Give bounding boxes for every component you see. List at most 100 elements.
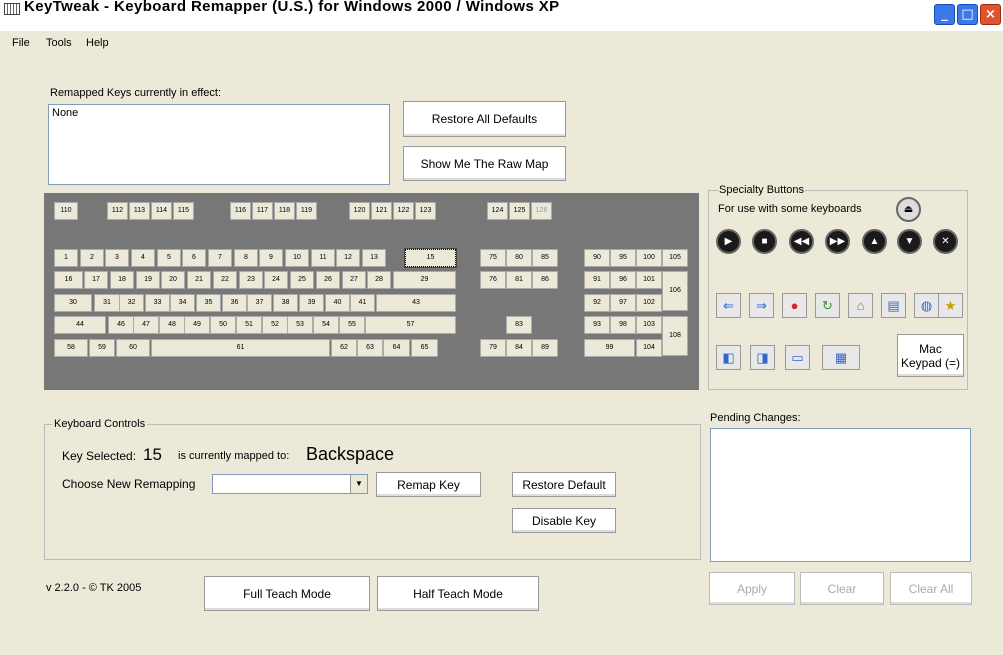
keyboard-key[interactable]: 61 [151, 339, 330, 357]
remapping-select[interactable]: ▼ [212, 474, 368, 494]
keyboard-key[interactable]: 6 [182, 249, 206, 267]
half-teach-mode-button[interactable]: Half Teach Mode [377, 576, 539, 611]
keyboard-key[interactable]: 86 [532, 271, 558, 289]
remapped-keys-list[interactable]: None [48, 104, 390, 185]
keyboard-key[interactable]: 108 [662, 316, 688, 356]
keyboard-key[interactable]: 26 [316, 271, 340, 289]
keyboard-key[interactable]: 44 [54, 316, 106, 334]
keyboard-key[interactable]: 118 [274, 202, 295, 220]
show-raw-map-button[interactable]: Show Me The Raw Map [403, 146, 566, 181]
my-computer-icon[interactable]: ▭ [785, 345, 810, 370]
keyboard-key[interactable]: 50 [210, 316, 236, 334]
keyboard-key[interactable]: 43 [376, 294, 456, 312]
internet-globe-icon[interactable]: ◍ [914, 293, 939, 318]
keyboard-key[interactable]: 21 [187, 271, 211, 289]
keyboard-key[interactable]: 121 [371, 202, 392, 220]
keyboard-key[interactable]: 32 [119, 294, 144, 312]
keyboard-key[interactable]: 15 [404, 248, 457, 268]
keyboard-key[interactable]: 119 [296, 202, 317, 220]
keyboard-key[interactable]: 76 [480, 271, 506, 289]
app1-icon[interactable]: ◧ [716, 345, 741, 370]
keyboard-key[interactable]: 101 [636, 271, 662, 289]
keyboard-key[interactable]: 75 [480, 249, 506, 267]
keyboard-key[interactable]: 51 [236, 316, 262, 334]
keyboard-key[interactable]: 117 [252, 202, 273, 220]
keyboard-key[interactable]: 24 [264, 271, 288, 289]
keyboard-key[interactable]: 57 [365, 316, 456, 334]
keyboard-key[interactable]: 116 [230, 202, 251, 220]
disable-key-button[interactable]: Disable Key [512, 508, 616, 533]
keyboard-key[interactable]: 92 [584, 294, 610, 312]
clear-button[interactable]: Clear [800, 572, 884, 605]
keyboard-key[interactable]: 62 [331, 339, 357, 357]
restore-all-defaults-button[interactable]: Restore All Defaults [403, 101, 566, 137]
keyboard-key[interactable]: 97 [610, 294, 636, 312]
keyboard-key[interactable]: 38 [273, 294, 298, 312]
keyboard-key[interactable]: 16 [54, 271, 83, 289]
keyboard-key[interactable]: 65 [411, 339, 438, 357]
rewind-icon[interactable]: ◀◀ [789, 229, 814, 254]
keyboard-key[interactable]: 83 [506, 316, 532, 334]
keyboard-key[interactable]: 104 [636, 339, 662, 357]
home-icon[interactable]: ⌂ [848, 293, 873, 318]
keyboard-key[interactable]: 48 [159, 316, 185, 334]
keyboard-key[interactable]: 40 [325, 294, 350, 312]
keyboard-key[interactable]: 39 [299, 294, 324, 312]
menu-file[interactable]: File [12, 37, 30, 49]
keyboard-key[interactable]: 105 [662, 249, 688, 267]
keyboard-key[interactable]: 106 [662, 271, 688, 311]
play-icon[interactable]: ▶ [716, 229, 741, 254]
volume-down-icon[interactable]: ▼ [897, 229, 922, 254]
clear-all-button[interactable]: Clear All [890, 572, 972, 605]
keyboard-key[interactable]: 55 [339, 316, 365, 334]
keyboard-key[interactable]: 12 [336, 249, 360, 267]
keyboard-key[interactable]: 41 [350, 294, 375, 312]
keyboard-key[interactable]: 1 [54, 249, 78, 267]
minimize-button[interactable]: _ [934, 4, 955, 25]
apply-button[interactable]: Apply [709, 572, 795, 605]
menu-help[interactable]: Help [86, 37, 109, 49]
keyboard-key[interactable]: 80 [506, 249, 532, 267]
keyboard-key[interactable]: 46 [108, 316, 134, 334]
keyboard-key[interactable]: 19 [136, 271, 160, 289]
keyboard-key[interactable]: 112 [107, 202, 128, 220]
keyboard-key[interactable]: 5 [157, 249, 181, 267]
keyboard-key[interactable]: 8 [234, 249, 258, 267]
forward-arrow-icon[interactable]: ⇒ [749, 293, 774, 318]
keyboard-key[interactable]: 122 [393, 202, 414, 220]
keyboard-key[interactable]: 100 [636, 249, 662, 267]
keyboard-key[interactable]: 93 [584, 316, 610, 334]
keyboard-key[interactable]: 120 [349, 202, 370, 220]
favorites-icon[interactable]: ★ [938, 293, 963, 318]
keyboard-key[interactable]: 37 [247, 294, 272, 312]
search-doc-icon[interactable]: ▤ [881, 293, 906, 318]
keyboard-key[interactable]: 115 [173, 202, 194, 220]
keyboard-key[interactable]: 63 [357, 339, 383, 357]
close-button[interactable]: × [980, 4, 1001, 25]
keyboard-key[interactable]: 25 [290, 271, 314, 289]
keyboard-key[interactable]: 124 [487, 202, 508, 220]
calculator-icon[interactable]: ▦ [822, 345, 860, 370]
keyboard-key[interactable]: 29 [393, 271, 456, 289]
keyboard-key[interactable]: 52 [262, 316, 288, 334]
mac-keypad-button[interactable]: Mac Keypad (=) [897, 334, 964, 377]
keyboard-key[interactable]: 60 [116, 339, 150, 357]
keyboard-key[interactable]: 10 [285, 249, 309, 267]
keyboard-key[interactable]: 17 [84, 271, 108, 289]
keyboard-key[interactable]: 64 [383, 339, 410, 357]
full-teach-mode-button[interactable]: Full Teach Mode [204, 576, 370, 611]
refresh-icon[interactable]: ↻ [815, 293, 840, 318]
keyboard-key[interactable]: 81 [506, 271, 532, 289]
volume-up-icon[interactable]: ▲ [862, 229, 887, 254]
app2-icon[interactable]: ◨ [750, 345, 775, 370]
keyboard-key[interactable]: 114 [151, 202, 172, 220]
keyboard-key[interactable]: 20 [161, 271, 185, 289]
keyboard-key[interactable]: 30 [54, 294, 92, 312]
keyboard-key[interactable]: 91 [584, 271, 610, 289]
stop-icon[interactable]: ■ [752, 229, 777, 254]
keyboard-key[interactable]: 2 [80, 249, 104, 267]
keyboard-key[interactable]: 13 [362, 249, 386, 267]
keyboard-key[interactable]: 95 [610, 249, 636, 267]
keyboard-key[interactable]: 85 [532, 249, 558, 267]
keyboard-key[interactable]: 98 [610, 316, 636, 334]
